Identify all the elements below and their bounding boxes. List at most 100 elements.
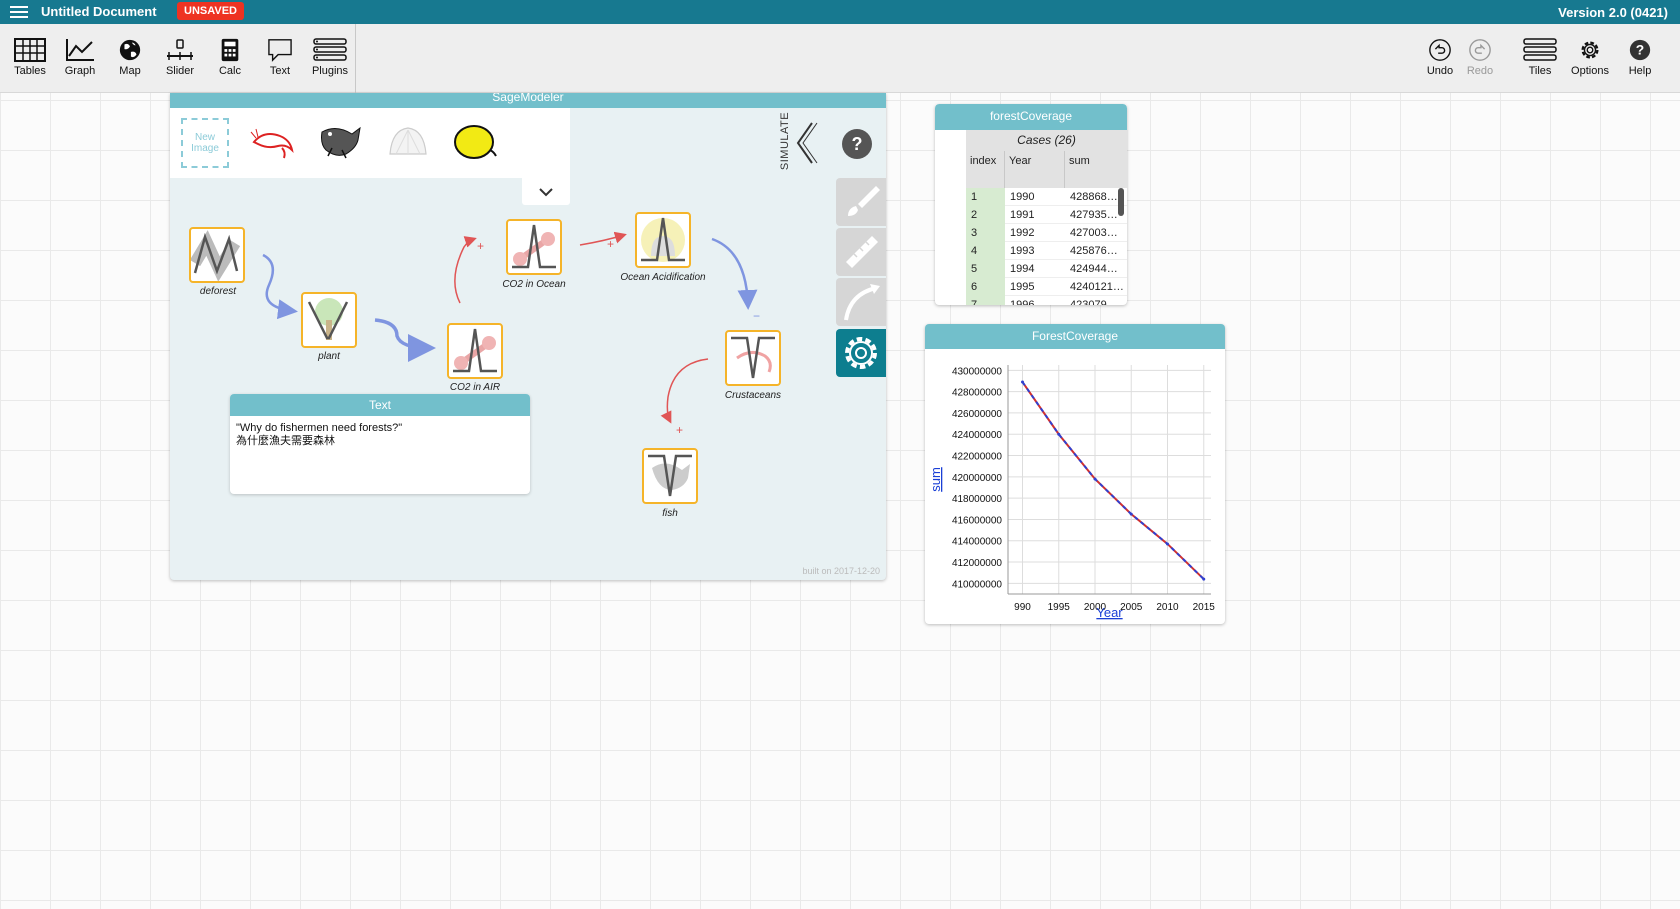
plot-area [1008,365,1211,594]
text-line: "Why do fishermen need forests?" [236,422,403,434]
hamburger-menu-icon[interactable] [10,3,28,19]
cell-year: 1990 [1010,191,1035,203]
column-header-sum[interactable]: sum [1065,151,1127,188]
table-row[interactable]: 3 1992 427003… [966,224,1127,242]
column-header-index[interactable]: index [966,151,1005,188]
redo-label: Redo [1466,65,1494,77]
y-tick-label: 426000000 [952,409,1002,420]
data-point[interactable] [1202,577,1206,581]
node-label-fish: fish [662,508,678,519]
graph-title[interactable]: ForestCoverage [925,324,1225,349]
globe-icon [119,39,141,61]
y-axis-label[interactable]: sum [928,467,943,492]
cell-year: 1994 [1010,263,1035,275]
plugins-label: Plugins [311,65,349,77]
data-point[interactable] [1057,432,1061,436]
text-tile-body[interactable]: "Why do fishermen need forests?" 為什麼漁夫需要… [230,416,530,454]
table-row[interactable]: 2 1991 427935… [966,206,1127,224]
line-chart[interactable]: 430000000 428000000 426000000 424000000 4220… [925,349,1225,624]
cell-sum: 427003… [1070,227,1118,239]
slider-icon [167,39,193,60]
graph-icon [66,39,94,61]
svg-text:?: ? [1636,42,1644,58]
table-row[interactable]: 6 1995 4240121… [966,278,1127,296]
y-tick-label: 418000000 [952,494,1002,505]
table-scrollbar[interactable] [1118,188,1124,216]
options-label: Options [1571,65,1609,77]
relation-sign: + [607,237,615,251]
node-deforest[interactable] [189,227,245,283]
table-row[interactable]: 4 1993 425876… [966,242,1127,260]
redo-button[interactable]: Redo [1456,38,1504,77]
graph-shape-icon [648,454,692,497]
graph-tile: ForestCoverage 430000000 428000000 4260000… [925,324,1225,624]
text-button[interactable]: Text [256,38,304,77]
y-tick-label: 410000000 [952,579,1002,590]
y-tick-label: 430000000 [952,366,1002,377]
undo-icon [1429,39,1451,61]
link-co2-air-co2-ocean [454,236,477,304]
cell-index: 2 [966,206,1005,224]
cell-sum: 425876… [1070,245,1118,257]
calc-button[interactable]: Calc [206,38,254,77]
cell-sum: 423079… [1070,299,1118,305]
help-button[interactable]: ? Help [1616,38,1664,77]
cases-header[interactable]: Cases (26) [966,130,1127,151]
node-label-plant: plant [318,351,340,362]
calc-label: Calc [218,65,241,77]
slider-label: Slider [165,65,195,77]
table-row[interactable]: 1 1990 428868… [966,188,1127,206]
cell-year: 1991 [1010,209,1035,221]
data-point[interactable] [1021,380,1024,384]
x-axis-label[interactable]: Year [1096,605,1123,620]
node-co2-in-ocean[interactable] [506,219,562,275]
y-tick-label: 414000000 [952,537,1002,548]
table-title[interactable]: forestCoverage [935,104,1127,130]
cell-year: 1996 [1010,299,1035,305]
node-crustaceans[interactable] [725,330,781,386]
node-fish[interactable] [642,448,698,504]
table-row[interactable]: 7 1996 423079… [966,296,1127,305]
text-line: 為什麼漁夫需要森林 [236,435,335,447]
y-tick-label: 428000000 [952,388,1002,399]
x-tick-label: 2005 [1120,602,1143,613]
graph-button[interactable]: Graph [56,38,104,77]
node-plant[interactable] [301,292,357,348]
tiles-label: Tiles [1528,65,1552,77]
cell-year: 1993 [1010,245,1035,257]
text-label: Text [269,65,291,77]
node-label-co2-in-air: CO2 in AIR [449,382,501,393]
y-tick-label: 412000000 [952,558,1002,569]
tool-shelf: Tables Graph Map Slider Calc Text Plugin… [0,24,356,93]
node-co2-in-air[interactable] [447,323,503,379]
data-point[interactable] [1129,512,1133,516]
table-row[interactable]: 5 1994 424944… [966,260,1127,278]
graph-shape-icon [307,298,349,340]
speech-bubble-icon [268,39,292,62]
options-button[interactable]: Options [1566,38,1614,77]
column-header-year[interactable]: Year [1005,151,1065,188]
slider-button[interactable]: Slider [156,38,204,77]
text-tile-title[interactable]: Text [230,394,530,416]
relation-sign: + [477,239,485,253]
cell-index: 3 [966,224,1005,242]
cell-index: 1 [966,188,1005,206]
column-headers: index Year sum [966,151,1127,188]
help-label: Help [1628,65,1652,77]
tiles-button[interactable]: Tiles [1516,38,1564,77]
cell-index: 5 [966,260,1005,278]
node-ocean-acidification[interactable] [635,212,691,268]
plugins-button[interactable]: Plugins [306,38,354,77]
cell-index: 7 [966,296,1005,305]
map-button[interactable]: Map [106,38,154,77]
data-point[interactable] [1093,477,1097,481]
cell-year: 1992 [1010,227,1035,239]
graph-shape-icon [512,224,556,269]
toolbar: Tables Graph Map Slider Calc Text Plugin… [0,24,1680,93]
cell-sum: 424944… [1070,263,1118,275]
calculator-icon [221,38,239,62]
data-point[interactable] [1166,542,1169,546]
sagemodeler-tile: SageModeler New Image SIMULATE ? − + + −… [170,93,886,580]
tables-button[interactable]: Tables [6,38,54,77]
document-title[interactable]: Untitled Document [41,4,157,19]
